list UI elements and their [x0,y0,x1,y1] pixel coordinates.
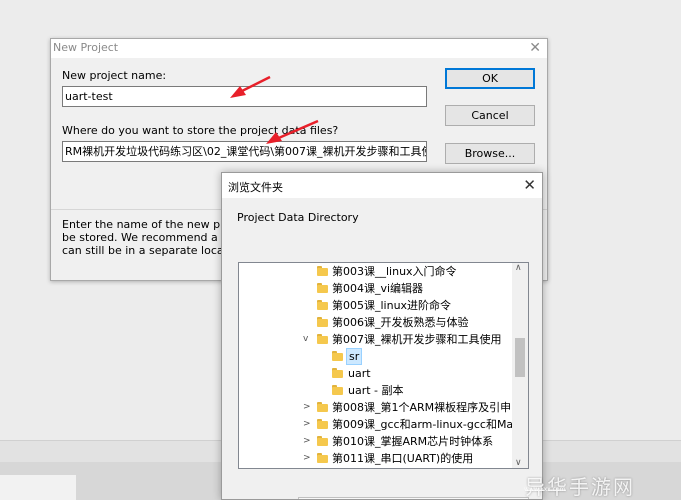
folder-tree[interactable]: 第003课__linux入门命令 第004课_vi编辑器 第005课_linux… [238,262,529,469]
tree-item-label: uart [348,367,371,380]
tree-item-label: 第011课_串口(UART)的使用 [332,452,474,465]
description-line: can still be in a separate location [62,244,227,257]
project-name-input[interactable]: uart-test [62,86,427,107]
folder-icon [317,266,328,277]
chevron-right-icon[interactable]: > [303,416,311,433]
browse-button[interactable]: Browse... [445,143,535,164]
tree-item-label: 第004课_vi编辑器 [332,282,424,295]
chevron-right-icon[interactable]: > [303,399,311,416]
new-project-titlebar: New Project ✕ [51,39,547,58]
chevron-right-icon[interactable]: > [303,450,311,467]
ok-button[interactable]: OK [445,68,535,89]
folder-icon [317,283,328,294]
browse-folder-title: 浏览文件夹 [228,181,283,194]
folder-icon [317,300,328,311]
browse-prompt: Project Data Directory [237,211,359,224]
description-text: Enter the name of the new proje be store… [62,218,227,257]
folder-icon [317,436,328,447]
chevron-right-icon[interactable]: > [303,433,311,450]
close-icon[interactable]: ✕ [529,40,541,56]
folder-icon [332,385,343,396]
tree-item-label: 第008课_第1个ARM裸板程序及引申 [332,401,512,414]
new-project-title: New Project [53,41,119,54]
folder-icon [317,419,328,430]
scroll-down-icon[interactable]: ∨ [515,458,522,468]
tree-item-label: 第009课_gcc和arm-linux-gcc和Makefi [332,418,529,431]
project-name-label: New project name: [62,69,167,82]
tree-item-label: 第010课_掌握ARM芯片时钟体系 [332,435,494,448]
scroll-thumb[interactable] [515,338,525,377]
tree-item-label: 第005课_linux进阶命令 [332,299,452,312]
browse-folder-dialog: 浏览文件夹 ✕ Project Data Directory 第003课__li… [221,172,543,500]
folder-icon [332,351,343,362]
project-location-label: Where do you want to store the project d… [62,124,339,137]
tree-item-label: sr [346,348,363,365]
tree-item-label: 第003课__linux入门命令 [332,265,457,278]
browse-folder-titlebar: 浏览文件夹 ✕ [222,173,542,198]
folder-icon [317,334,328,345]
description-line: be stored. We recommend a loca [62,231,227,244]
tree-scrollbar[interactable]: ∧ ∨ [512,263,528,468]
tree-item-label: 第006课_开发板熟悉与体验 [332,316,469,329]
watermark-url: www.xxx.com [524,486,566,493]
scroll-up-icon[interactable]: ∧ [515,263,522,273]
tree-item-label: 第007课_裸机开发步骤和工具使用 [332,333,502,346]
project-location-input[interactable]: RM裸机开发垃圾代码练习区\02_课堂代码\第007课_裸机开发步骤和工具使用\… [62,141,427,162]
watermark: 异华手游网 [525,475,635,499]
cancel-button[interactable]: Cancel [445,105,535,126]
folder-icon [332,368,343,379]
folder-icon [317,402,328,413]
bottom-panel-light [0,475,76,500]
folder-icon [317,317,328,328]
chevron-down-icon[interactable]: v [303,331,308,348]
description-line: Enter the name of the new proje [62,218,227,231]
tree-item-label: uart - 副本 [348,384,404,397]
folder-icon [317,453,328,464]
close-icon[interactable]: ✕ [523,176,536,194]
